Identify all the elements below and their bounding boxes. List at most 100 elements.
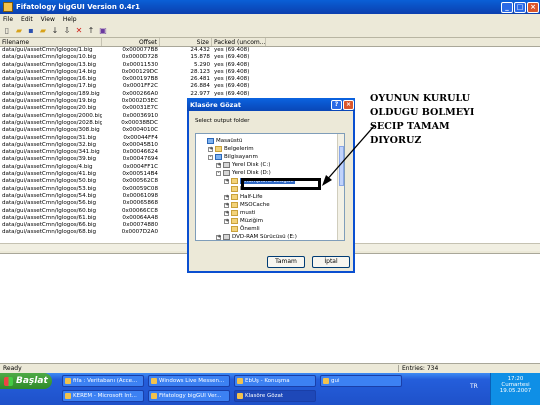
- folder-icon: [231, 218, 238, 224]
- table-cell: yes (69.408): [214, 47, 250, 53]
- annotation-text: OYUNUN KURULU OLDUGU BOLMEYI SECIP TAMAM…: [370, 92, 490, 148]
- status-entries: Entries: 734: [398, 365, 438, 372]
- export-icon[interactable]: ↑: [86, 26, 96, 36]
- table-cell: 0x000266A0: [122, 90, 158, 97]
- table-cell: 0x0002D3EC: [121, 98, 158, 105]
- table-cell: yes (69.408): [214, 90, 250, 97]
- system-tray: 17:20 Cumartesi 19.05.2007: [490, 373, 540, 405]
- table-row[interactable]: data/gui/assetCmn/lglogos/1.big 0x000077B…: [0, 47, 540, 54]
- column-offset[interactable]: Offset: [102, 38, 160, 46]
- tree-expander-icon[interactable]: -: [216, 170, 221, 176]
- tree-item-label: MSOCache: [240, 202, 270, 208]
- dialog-help-button[interactable]: ?: [331, 99, 342, 110]
- import-icon[interactable]: ↓: [50, 26, 60, 36]
- task-biggui[interactable]: Fifatology bigGUI Ver...: [148, 390, 230, 402]
- menu-file[interactable]: File: [3, 16, 13, 23]
- cancel-button[interactable]: İptal: [312, 256, 350, 268]
- task-browse-dialog[interactable]: Klasöre Gözat: [234, 390, 316, 402]
- delete-icon[interactable]: ✕: [74, 26, 84, 36]
- close-button[interactable]: ×: [527, 1, 539, 13]
- start-button[interactable]: Başlat: [0, 373, 52, 389]
- table-cell: 0x00061098: [122, 192, 158, 199]
- computer-icon: [215, 154, 222, 160]
- tree-expander-icon[interactable]: +: [224, 178, 229, 184]
- table-cell: data/gui/assetCmn/lglogos/53.big: [2, 185, 97, 192]
- highlight-box: [241, 178, 321, 190]
- menu-view[interactable]: View: [41, 16, 55, 23]
- table-row[interactable]: data/gui/assetCmn/lglogos/13.big 0x000115…: [0, 62, 540, 69]
- tree-item[interactable]: - Bilgisayarım: [208, 153, 258, 161]
- tree-expander-icon[interactable]: +: [208, 146, 213, 152]
- task-gui[interactable]: gui: [320, 375, 402, 387]
- dialog-titlebar[interactable]: Klasöre Gözat ? ×: [187, 98, 355, 111]
- table-row[interactable]: data/gui/assetCmn/lglogos/16.big 0x000197…: [0, 76, 540, 83]
- tree-item-label: musti: [240, 210, 256, 216]
- desktop-icon: [207, 138, 214, 144]
- tree-expander-icon[interactable]: +: [224, 194, 229, 200]
- table-cell: data/gui/assetCmn/lglogos/16.big: [2, 76, 97, 83]
- dialog-title: Klasöre Gözat: [190, 100, 241, 109]
- table-cell: 0x000514B4: [122, 171, 158, 178]
- tree-item[interactable]: + MSOCache: [224, 201, 270, 209]
- column-filename[interactable]: Filename: [0, 38, 102, 46]
- drive-icon: [223, 234, 230, 240]
- tree-item-label: DVD-RAM Sürücüsü (E:): [232, 234, 297, 240]
- table-cell: 0x0004FF1C: [122, 163, 158, 170]
- table-cell: data/gui/assetCmn/lglogos/66.big: [2, 222, 97, 229]
- task-messenger[interactable]: Windows Live Messen...: [148, 375, 230, 387]
- table-row[interactable]: data/gui/assetCmn/lglogos/17.big 0x0001FF…: [0, 83, 540, 90]
- open-icon[interactable]: ▰: [14, 26, 24, 36]
- tree-item[interactable]: + Half-Life: [224, 193, 263, 201]
- table-cell: data/gui/assetCmn/lglogos/41.big: [2, 171, 97, 178]
- tree-expander-icon[interactable]: +: [216, 234, 221, 240]
- tree-expander-icon[interactable]: +: [216, 162, 221, 168]
- table-cell: data/gui/assetCmn/lglogos/20.big: [2, 105, 97, 112]
- toolbar: ▯ ▰ ▪ ▰ ↓ ⇩ ✕ ↑ ▣: [0, 24, 540, 38]
- download-icon[interactable]: ⇩: [62, 26, 72, 36]
- extract-icon[interactable]: ▰: [38, 26, 48, 36]
- tree-item[interactable]: + Yerel Disk (C:): [216, 161, 270, 169]
- tree-item-label: Belgelerim: [224, 146, 254, 152]
- folder-icon: [215, 146, 222, 152]
- tree-item[interactable]: + DVD-RAM Sürücüsü (E:): [216, 233, 297, 240]
- language-indicator[interactable]: TR: [470, 383, 478, 390]
- dialog-close-button[interactable]: ×: [343, 99, 354, 110]
- table-cell: data/gui/assetCmn/lglogos/50.big: [2, 178, 97, 185]
- tree-expander-icon[interactable]: +: [224, 202, 229, 208]
- column-packed[interactable]: Packed (uncom...: [212, 38, 266, 46]
- compress-icon[interactable]: ▣: [98, 26, 108, 36]
- save-icon[interactable]: ▪: [26, 26, 36, 36]
- table-cell: data/gui/assetCmn/lglogos/56.big: [2, 200, 97, 207]
- tree-expander-icon[interactable]: -: [208, 154, 213, 160]
- tree-expander-icon[interactable]: +: [224, 210, 229, 216]
- new-icon[interactable]: ▯: [2, 26, 12, 36]
- folder-icon: [231, 178, 238, 184]
- tree-item[interactable]: Önemli: [224, 225, 260, 233]
- column-size[interactable]: Size: [160, 38, 212, 46]
- task-chat[interactable]: EbUş - Konuşma: [234, 375, 316, 387]
- table-cell: 0x00044FF4: [123, 134, 158, 141]
- table-row[interactable]: data/gui/assetCmn/lglogos/14.big 0x000129…: [0, 69, 540, 76]
- tree-expander-icon[interactable]: +: [224, 218, 229, 224]
- task-ie[interactable]: KEREM - Microsoft Int...: [62, 390, 144, 402]
- table-cell: data/gui/assetCmn/lglogos/341.big: [2, 149, 100, 156]
- minimize-button[interactable]: _: [501, 1, 513, 13]
- menu-help[interactable]: Help: [63, 16, 77, 23]
- task-fifa-db[interactable]: fifa : Veritabanı (Acce...: [62, 375, 144, 387]
- table-row[interactable]: data/gui/assetCmn/lglogos/10.big 0x0000D7…: [0, 54, 540, 61]
- table-cell: 0x000562C8: [122, 178, 158, 185]
- table-cell: 0x0004010C: [122, 127, 158, 134]
- table-cell: 0x00036910: [122, 112, 158, 119]
- table-cell: data/gui/assetCmn/lglogos/10.big: [2, 54, 97, 61]
- menubar: File Edit View Help: [0, 14, 540, 24]
- menu-edit[interactable]: Edit: [21, 16, 33, 23]
- ok-button[interactable]: Tamam: [267, 256, 305, 268]
- table-cell: 0x000077B8: [122, 47, 158, 53]
- maximize-button[interactable]: □: [514, 1, 526, 13]
- window-titlebar[interactable]: Fifatology bigGUI Version 0.4r1 _ □ ×: [0, 0, 540, 14]
- tree-item[interactable]: - Yerel Disk (D:): [216, 169, 271, 177]
- tree-item[interactable]: + Müziğim: [224, 217, 263, 225]
- tree-item[interactable]: Masaüstü: [200, 137, 242, 145]
- tree-item[interactable]: + Belgelerim: [208, 145, 254, 153]
- tree-item[interactable]: + musti: [224, 209, 255, 217]
